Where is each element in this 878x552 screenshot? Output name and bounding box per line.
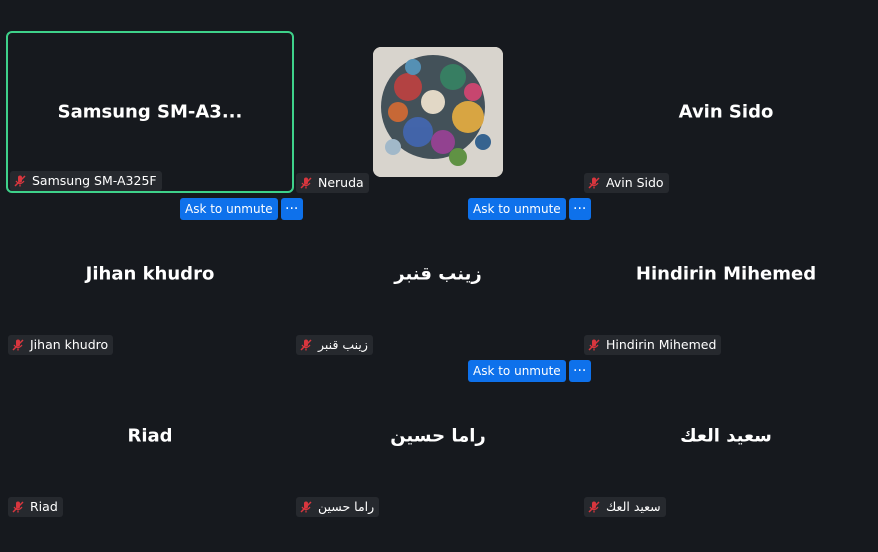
participant-display-name: راما حسين <box>390 425 486 447</box>
participant-display-name: Hindirin Mihemed <box>635 263 817 285</box>
participant-name-label: Neruda <box>296 173 369 193</box>
participant-tile-avin-sido[interactable]: Avin Sido Avin Sido <box>582 31 870 193</box>
participant-name-label: Avin Sido <box>584 173 669 193</box>
muted-mic-icon <box>300 339 312 351</box>
participant-tile-samsung[interactable]: Samsung SM-A3... Samsung SM-A325F <box>6 31 294 193</box>
participant-display-name: Jihan khudro <box>85 263 215 285</box>
participant-photo <box>373 47 503 177</box>
participant-display-name: Riad <box>127 425 173 447</box>
muted-mic-icon <box>14 175 26 187</box>
participant-name-label: زينب قنبر <box>296 335 373 355</box>
participant-name-label: Hindirin Mihemed <box>584 335 722 355</box>
muted-mic-icon <box>588 339 600 351</box>
participant-tile-rama-hussein[interactable]: راما حسين راما حسين <box>294 355 582 517</box>
muted-mic-icon <box>300 177 312 189</box>
participant-tile-saeed-alak[interactable]: سعيد العك سعيد العك <box>582 355 870 517</box>
participant-display-name: زينب قنبر <box>394 263 482 285</box>
profile-photo-image <box>373 47 503 177</box>
participant-name-label: Samsung SM-A325F <box>10 171 162 191</box>
participant-tile-neruda[interactable]: Neruda <box>294 31 582 193</box>
participant-display-name: سعيد العك <box>680 425 772 447</box>
participant-name-label: Jihan khudro <box>8 335 114 355</box>
participant-name-label: Riad <box>8 497 63 517</box>
participant-display-name: Avin Sido <box>678 101 774 123</box>
muted-mic-icon <box>12 339 24 351</box>
muted-mic-icon <box>300 501 312 513</box>
participant-tile-hindirin-mihemed[interactable]: Hindirin Mihemed Hindirin Mihemed <box>582 193 870 355</box>
muted-mic-icon <box>588 177 600 189</box>
muted-mic-icon <box>12 501 24 513</box>
participant-tile-riad[interactable]: Riad Riad <box>6 355 294 517</box>
participant-name-label: راما حسين <box>296 497 380 517</box>
muted-mic-icon <box>588 501 600 513</box>
participant-name-label: سعيد العك <box>584 497 666 517</box>
participant-display-name: Samsung SM-A3... <box>57 101 243 123</box>
participant-tile-jihan-khudro[interactable]: Jihan khudro Jihan khudro <box>6 193 294 355</box>
participant-tile-zeinab[interactable]: زينب قنبر زينب قنبر <box>294 193 582 355</box>
